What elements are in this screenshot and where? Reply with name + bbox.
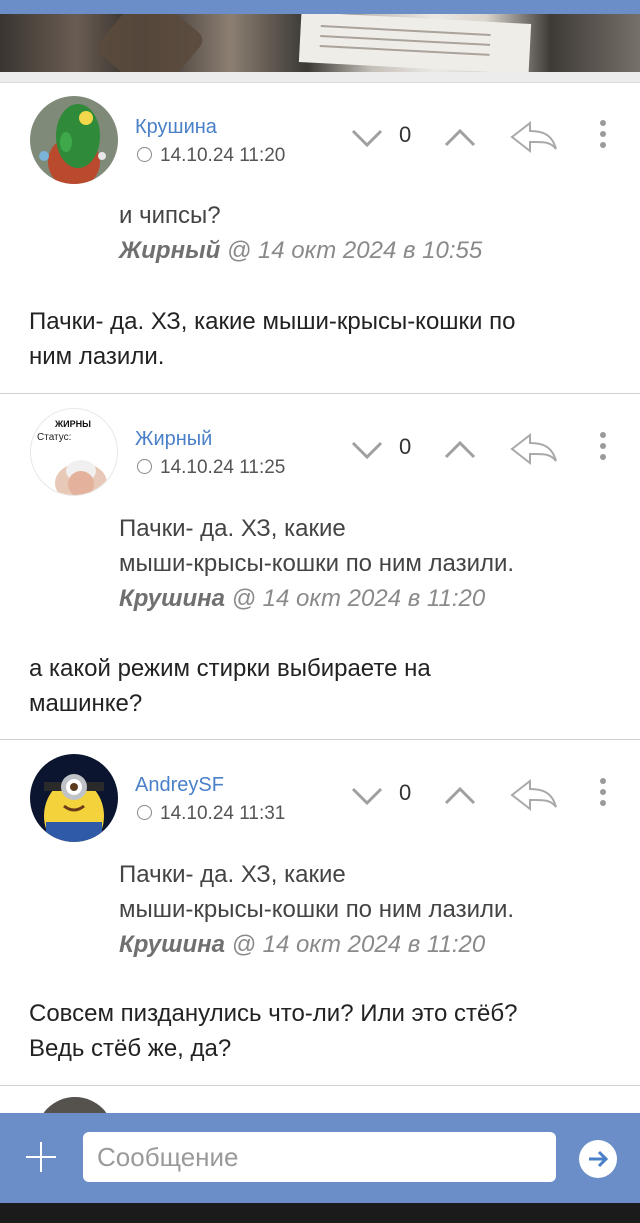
avatar-status: Статус:: [37, 432, 72, 443]
quote-text: и чипсы?: [119, 202, 221, 229]
status-bar: [0, 0, 640, 14]
vote-up-icon[interactable]: [443, 438, 477, 462]
post-image-banner: [0, 14, 640, 72]
avatar-caption: ЖИРНЫ: [55, 419, 91, 429]
comment: AndreySF 14.10.24 11:31 0 Пачки- да. ХЗ,…: [0, 740, 640, 1085]
system-nav-bar: [0, 1203, 640, 1223]
avatar[interactable]: [30, 96, 118, 184]
quote-block: и чипсы? Жирный @ 14 окт 2024 в 10:55: [119, 198, 482, 268]
send-arrow-icon: [589, 1150, 609, 1168]
quote-attribution[interactable]: Жирный @ 14 окт 2024 в 10:55: [119, 233, 482, 268]
more-options-icon[interactable]: [596, 432, 610, 468]
comment-score: 0: [399, 122, 412, 147]
message-composer: [0, 1113, 640, 1203]
quote-text: Пачки- да. ХЗ, какие: [119, 861, 346, 888]
vote-down-icon[interactable]: [350, 438, 384, 462]
comment-date: 14.10.24 11:20: [137, 145, 285, 167]
reply-icon[interactable]: [510, 432, 558, 466]
vote-up-icon[interactable]: [443, 784, 477, 808]
comment-body: Пачки- да. ХЗ, какие мыши-крысы-кошки по…: [29, 308, 516, 370]
author-link[interactable]: AndreySF: [135, 774, 224, 797]
more-options-icon[interactable]: [596, 120, 610, 156]
quote-block: Пачки- да. ХЗ, какие мыши-крысы-кошки по…: [119, 511, 514, 616]
quote-text: Пачки- да. ХЗ, какие: [119, 515, 346, 542]
section-gap: [0, 72, 640, 82]
quote-attribution[interactable]: Крушина @ 14 окт 2024 в 11:20: [119, 581, 514, 616]
quote-attribution[interactable]: Крушина @ 14 окт 2024 в 11:20: [119, 927, 514, 962]
vote-down-icon[interactable]: [350, 126, 384, 150]
avatar[interactable]: [30, 754, 118, 842]
clock-icon: [137, 147, 152, 162]
vote-down-icon[interactable]: [350, 784, 384, 808]
plus-icon[interactable]: [24, 1140, 58, 1174]
comment-body: Совсем пизданулись что-ли? Или это стёб?…: [29, 1000, 518, 1062]
quote-block: Пачки- да. ХЗ, какие мыши-крысы-кошки по…: [119, 857, 514, 962]
quote-text: мыши-крысы-кошки по ним лазили.: [119, 550, 515, 577]
comment-date: 14.10.24 11:25: [137, 457, 285, 479]
quote-text: мыши-крысы-кошки по ним лазили.: [119, 896, 515, 923]
clock-icon: [137, 805, 152, 820]
vote-up-icon[interactable]: [443, 126, 477, 150]
message-input[interactable]: [83, 1132, 556, 1182]
send-button[interactable]: [579, 1140, 617, 1178]
divider: [0, 1085, 640, 1086]
clock-icon: [137, 459, 152, 474]
reply-icon[interactable]: [510, 778, 558, 812]
comment-score: 0: [399, 434, 412, 459]
comment-date: 14.10.24 11:31: [137, 803, 285, 825]
reply-icon[interactable]: [510, 120, 558, 154]
avatar[interactable]: ЖИРНЫ Статус:: [30, 408, 118, 496]
author-link[interactable]: Крушина: [135, 116, 217, 139]
comment-score: 0: [399, 780, 412, 805]
comment: Крушина 14.10.24 11:20 0 и чипсы? Жирный…: [0, 82, 640, 393]
author-link[interactable]: Жирный: [135, 428, 212, 451]
comment-body: а какой режим стирки выбираете на машинк…: [29, 655, 431, 717]
comment: ЖИРНЫ Статус: Жирный 14.10.24 11:25 0 Па…: [0, 394, 640, 739]
more-options-icon[interactable]: [596, 778, 610, 814]
